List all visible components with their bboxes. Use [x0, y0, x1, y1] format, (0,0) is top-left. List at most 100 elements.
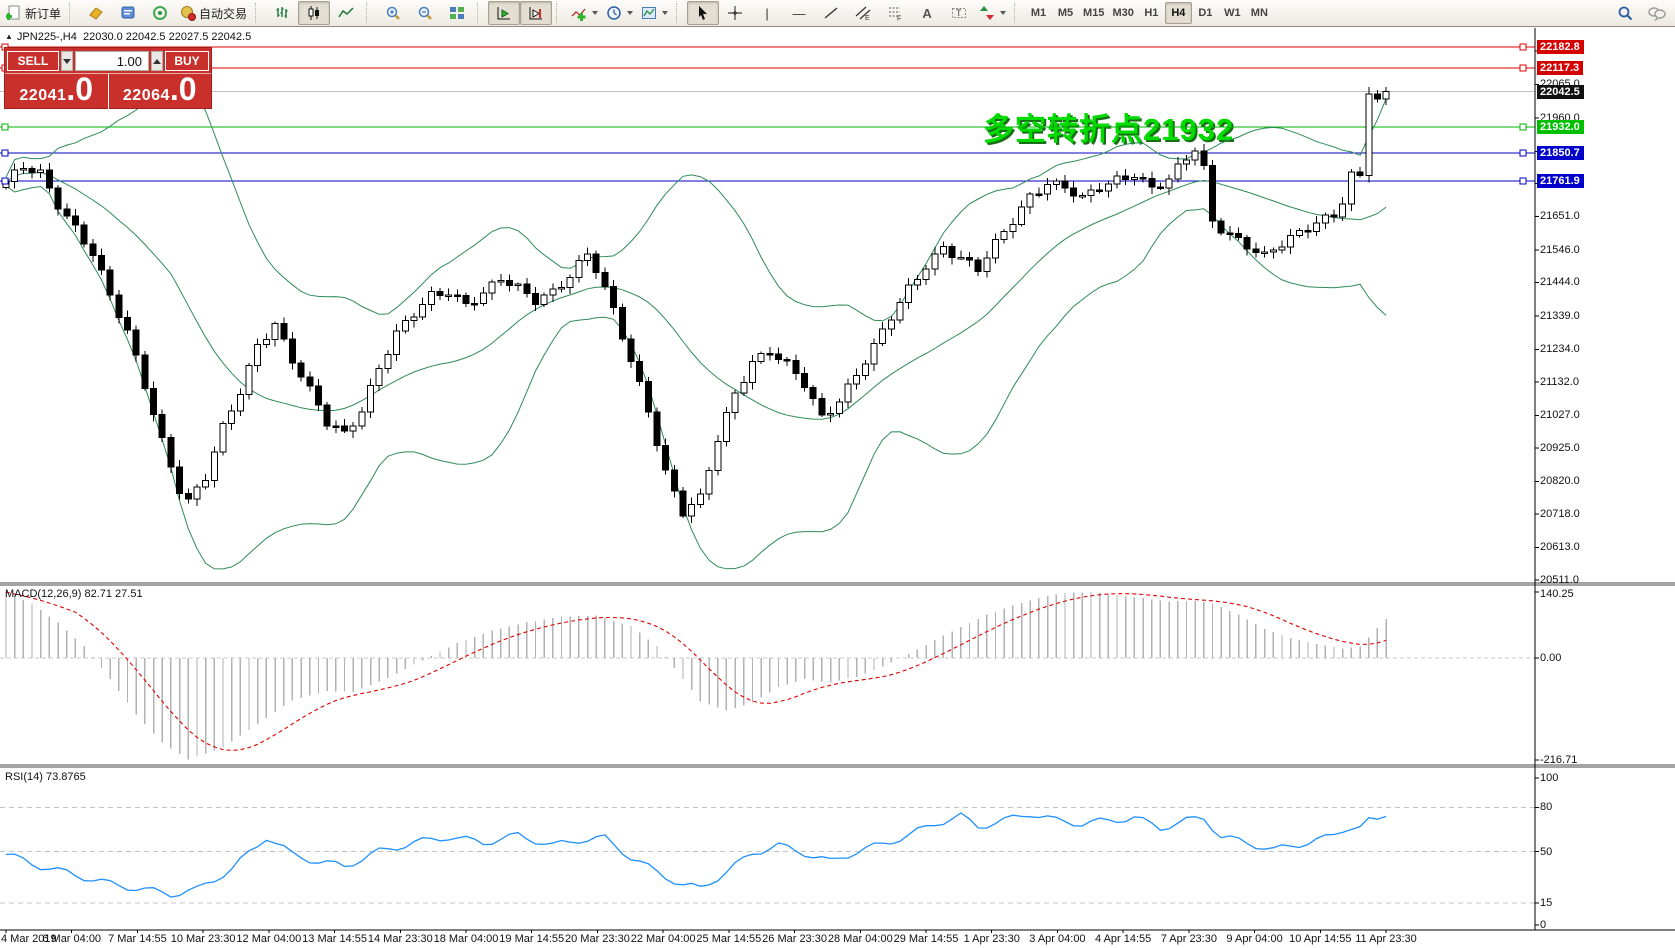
- text-label-icon: T: [951, 5, 967, 21]
- price-tick-label: 21132.0: [1540, 376, 1579, 388]
- bar-chart-icon: [274, 5, 290, 21]
- time-axis-label: 3 Apr 04:00: [1029, 933, 1085, 945]
- auto-scroll-button[interactable]: [488, 1, 520, 25]
- dropdown-caret: [627, 11, 633, 15]
- chart-title: ▲JPN225-,H4 22030.0 22042.5 22027.5 2204…: [5, 31, 251, 43]
- time-axis-label: 12 Mar 04:00: [236, 933, 301, 945]
- vertical-line-tool-button[interactable]: |: [751, 1, 783, 25]
- toolbar-separator: [69, 3, 77, 23]
- label-tool-button[interactable]: T: [943, 1, 975, 25]
- price-line-label: 22182.8: [1537, 40, 1584, 54]
- horizontal-line-icon: —: [793, 7, 806, 20]
- equidistant-channel-icon: E: [855, 5, 871, 21]
- volume-up-button[interactable]: [151, 51, 163, 71]
- text-icon: A: [922, 7, 931, 20]
- zoom-out-button[interactable]: [409, 1, 441, 25]
- main-toolbar: 新订单 自动交易: [0, 0, 1675, 27]
- time-axis-label: 29 Mar 14:55: [894, 933, 959, 945]
- timeframe-h1-button[interactable]: H1: [1138, 2, 1165, 24]
- bar-chart-button[interactable]: [266, 1, 298, 25]
- ohlc-values: 22030.0 22042.5 22027.5 22042.5: [83, 31, 251, 43]
- auto-trading-button[interactable]: 自动交易: [176, 1, 251, 25]
- crosshair-tool-button[interactable]: [719, 1, 751, 25]
- macd-label: MACD(12,26,9) 82.71 27.51: [5, 588, 143, 600]
- bid-price-display[interactable]: 22041.0: [5, 74, 109, 110]
- ask-price-display[interactable]: 22064.0: [109, 74, 212, 110]
- price-tick-label: 20925.0: [1540, 442, 1580, 454]
- timeframe-d1-button[interactable]: D1: [1192, 2, 1219, 24]
- buy-button[interactable]: BUY: [165, 51, 209, 71]
- collapse-icon[interactable]: ▲: [5, 32, 13, 41]
- volume-input[interactable]: [75, 51, 149, 71]
- indicators-button[interactable]: [567, 1, 602, 25]
- time-axis-label: 22 Mar 04:00: [631, 933, 696, 945]
- time-axis-label: 26 Mar 23:30: [762, 933, 827, 945]
- rsi-tick-label: 100: [1540, 772, 1558, 784]
- timeframe-m15-button[interactable]: M15: [1079, 2, 1108, 24]
- dropdown-caret: [1000, 11, 1006, 15]
- sell-button[interactable]: SELL: [7, 51, 59, 71]
- chat-icon: [1648, 5, 1666, 21]
- editor-icon: [120, 5, 136, 21]
- metaeditor-button[interactable]: [112, 1, 144, 25]
- candlestick-chart-icon: [306, 5, 322, 21]
- price-line-label: 22042.5: [1537, 85, 1584, 99]
- time-axis-label: 19 Mar 14:55: [499, 933, 564, 945]
- price-tick-label: 20820.0: [1540, 475, 1580, 487]
- toolbar-separator: [676, 3, 684, 23]
- signals-button[interactable]: [144, 1, 176, 25]
- rsi-tick-label: 0: [1540, 919, 1546, 931]
- chart-shift-button[interactable]: [520, 1, 552, 25]
- chart-canvas[interactable]: [0, 0, 1675, 948]
- time-axis-label: 1 Apr 23:30: [964, 933, 1020, 945]
- time-axis-label: 18 Mar 04:00: [434, 933, 499, 945]
- fibonacci-tool-button[interactable]: F: [879, 1, 911, 25]
- new-order-label: 新订单: [25, 5, 61, 22]
- zoom-in-icon: [385, 5, 401, 21]
- candlestick-chart-button[interactable]: [298, 1, 330, 25]
- toolbar-separator: [477, 3, 485, 23]
- price-tick-label: 21546.0: [1540, 244, 1580, 256]
- channel-tool-button[interactable]: E: [847, 1, 879, 25]
- time-axis-label: 11 Apr 23:30: [1355, 933, 1417, 945]
- price-line-label: 21932.0: [1537, 120, 1584, 134]
- timeframe-mn-button[interactable]: MN: [1246, 2, 1273, 24]
- text-tool-button[interactable]: A: [911, 1, 943, 25]
- rsi-tick-label: 15: [1540, 897, 1552, 909]
- periods-button[interactable]: [602, 1, 637, 25]
- rsi-tick-label: 50: [1540, 846, 1552, 858]
- shapes-tool-button[interactable]: [975, 1, 1010, 25]
- templates-button[interactable]: [637, 1, 672, 25]
- line-chart-button[interactable]: [330, 1, 362, 25]
- time-axis-label: 9 Apr 04:00: [1226, 933, 1282, 945]
- time-axis-label: 13 Mar 14:55: [302, 933, 367, 945]
- cursor-tool-button[interactable]: [687, 1, 719, 25]
- chart-shift-icon: [528, 5, 544, 21]
- indicators-icon: [571, 5, 587, 21]
- auto-scroll-icon: [496, 5, 512, 21]
- line-chart-icon: [338, 5, 354, 21]
- periods-clock-icon: [606, 5, 622, 21]
- zoom-in-button[interactable]: [377, 1, 409, 25]
- timeframe-w1-button[interactable]: W1: [1219, 2, 1246, 24]
- time-axis-label: 20 Mar 23:30: [565, 933, 630, 945]
- timeframe-m5-button[interactable]: M5: [1052, 2, 1079, 24]
- volume-down-button[interactable]: [61, 51, 73, 71]
- new-order-icon: [6, 5, 22, 21]
- chat-button[interactable]: [1641, 1, 1673, 25]
- toolbar-separator: [255, 3, 263, 23]
- timeframe-m30-button[interactable]: M30: [1108, 2, 1137, 24]
- timeframe-m1-button[interactable]: M1: [1025, 2, 1052, 24]
- styler-button[interactable]: [80, 1, 112, 25]
- price-line-label: 21850.7: [1537, 146, 1584, 160]
- trendline-tool-button[interactable]: [815, 1, 847, 25]
- crosshair-icon: [727, 5, 743, 21]
- dropdown-caret: [592, 11, 598, 15]
- arrows-icon: [979, 5, 995, 21]
- timeframe-h4-button[interactable]: H4: [1165, 2, 1192, 24]
- new-order-button[interactable]: 新订单: [2, 1, 65, 25]
- time-axis-label: 10 Apr 14:55: [1289, 933, 1351, 945]
- search-button[interactable]: [1609, 1, 1641, 25]
- tile-windows-button[interactable]: [441, 1, 473, 25]
- horizontal-line-tool-button[interactable]: —: [783, 1, 815, 25]
